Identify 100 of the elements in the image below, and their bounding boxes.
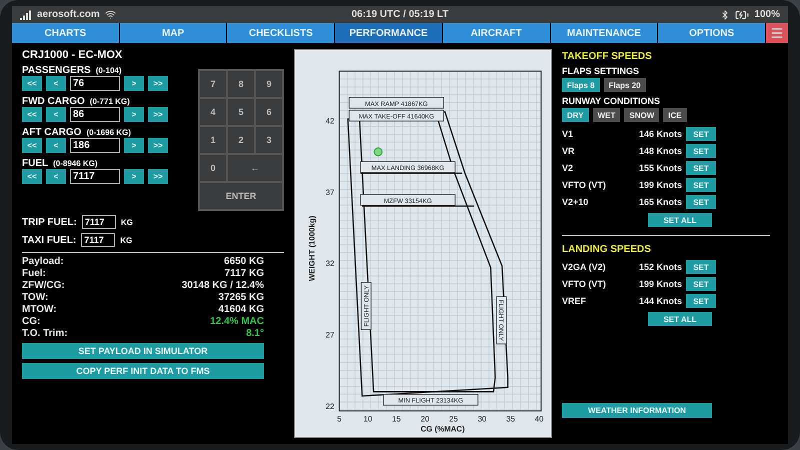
- keypad-key[interactable]: ←: [228, 155, 282, 181]
- nav-tab[interactable]: OPTIONS: [658, 23, 766, 43]
- weather-button[interactable]: WEATHER INFORMATION: [562, 403, 712, 418]
- decrease-button[interactable]: <<: [22, 138, 42, 153]
- speed-name: V1: [562, 129, 574, 139]
- speed-value: 144 Knots: [638, 296, 682, 306]
- enter-key[interactable]: ENTER: [200, 183, 282, 209]
- speed-name: VREF: [562, 296, 588, 306]
- decrease-button[interactable]: <: [46, 169, 66, 184]
- nav-tab[interactable]: PERFORMANCE: [335, 23, 442, 43]
- flaps-option[interactable]: Flaps 20: [604, 78, 646, 92]
- set-button[interactable]: SET: [686, 260, 716, 274]
- battery-percent: 100%: [754, 9, 780, 20]
- decrease-button[interactable]: <<: [22, 169, 42, 184]
- summary-label: ZFW/CG:: [22, 280, 66, 291]
- summary-value: 12.4% MAC: [209, 316, 264, 327]
- increase-button[interactable]: >: [124, 76, 144, 91]
- fuel-field[interactable]: 7117: [81, 233, 116, 247]
- value-field[interactable]: 186: [70, 138, 120, 153]
- set-button[interactable]: SET: [686, 144, 716, 158]
- cg-marker: [374, 147, 383, 156]
- axis-tick-label: 22: [326, 402, 334, 411]
- runway-option[interactable]: ICE: [663, 108, 687, 122]
- set-button[interactable]: SET: [686, 195, 716, 209]
- speed-name: V2: [562, 163, 574, 173]
- decrease-button[interactable]: <: [46, 107, 66, 122]
- set-button[interactable]: SET: [686, 178, 716, 192]
- range-text: (0-1696 KG): [86, 128, 131, 137]
- runway-option[interactable]: DRY: [562, 108, 589, 122]
- action-button[interactable]: COPY PERF INIT DATA TO FMS: [22, 363, 264, 379]
- summary-label: MTOW:: [22, 304, 58, 315]
- fuel-field[interactable]: 7117: [82, 215, 116, 229]
- unit-text: KG: [120, 236, 132, 244]
- fuel-label: TAXI FUEL:: [22, 234, 76, 246]
- increase-button[interactable]: >: [124, 107, 144, 122]
- set-button[interactable]: SET: [686, 161, 716, 175]
- keypad-key[interactable]: 0: [200, 155, 226, 181]
- value-field[interactable]: 86: [70, 107, 120, 122]
- axis-tick-label: 20: [420, 414, 430, 424]
- summary-label: Fuel:: [22, 268, 47, 279]
- runway-option[interactable]: SNOW: [624, 108, 660, 122]
- set-button[interactable]: SET: [686, 294, 716, 308]
- section-subtitle: RUNWAY CONDITIONS: [562, 96, 662, 106]
- keypad-key[interactable]: 4: [200, 99, 226, 125]
- keypad-key[interactable]: 7: [200, 71, 226, 97]
- menu-icon: [770, 26, 784, 40]
- speed-name: V2GA (V2): [562, 262, 607, 272]
- axis-tick-label: 15: [392, 414, 401, 424]
- value-field[interactable]: 7117: [70, 169, 120, 184]
- speed-value: 148 Knots: [638, 146, 682, 156]
- decrease-button[interactable]: <: [46, 138, 66, 153]
- summary-value: 41604 KG: [217, 304, 264, 315]
- axis-tick-label: 27: [326, 330, 334, 340]
- load-label: FUEL: [22, 158, 48, 169]
- speed-value: 199 Knots: [638, 279, 682, 289]
- clock-text: 06:19 UTC / 05:19 LT: [351, 9, 449, 20]
- keypad-key[interactable]: 1: [200, 127, 226, 153]
- nav-tab[interactable]: CHECKLISTS: [227, 23, 334, 43]
- increase-button[interactable]: >>: [148, 138, 168, 153]
- runway-option[interactable]: WET: [592, 108, 620, 122]
- nav-tab[interactable]: CHARTS: [12, 23, 119, 43]
- keypad-key[interactable]: 5: [228, 99, 254, 125]
- keypad-key[interactable]: 9: [256, 71, 282, 97]
- increase-button[interactable]: >>: [148, 76, 168, 91]
- speed-value: 165 Knots: [638, 197, 682, 207]
- load-label: PASSENGERS: [22, 65, 91, 76]
- increase-button[interactable]: >>: [148, 169, 168, 184]
- axis-tick-label: 40: [534, 414, 544, 424]
- set-all-button[interactable]: SET ALL: [648, 213, 712, 227]
- summary-value: 30148 KG / 12.4%: [182, 280, 264, 291]
- keypad-key[interactable]: 3: [256, 127, 282, 153]
- decrease-button[interactable]: <: [46, 76, 66, 91]
- set-button[interactable]: SET: [686, 127, 716, 141]
- speed-name: VFTO (VT): [562, 180, 607, 190]
- set-button[interactable]: SET: [686, 277, 716, 291]
- increase-button[interactable]: >: [124, 138, 144, 153]
- increase-button[interactable]: >>: [148, 107, 168, 122]
- nav-tab[interactable]: MAINTENANCE: [550, 23, 658, 43]
- increase-button[interactable]: >: [124, 169, 144, 184]
- section-subtitle: FLAPS SETTINGS: [562, 66, 640, 76]
- summary-value: 6650 KG: [222, 256, 264, 267]
- menu-button[interactable]: [766, 23, 788, 43]
- decrease-button[interactable]: <<: [22, 76, 42, 91]
- keypad-key[interactable]: 6: [256, 99, 282, 125]
- flaps-option[interactable]: Flaps 8: [562, 78, 600, 92]
- axis-tick-label: 42: [326, 116, 334, 126]
- nav-tab[interactable]: AIRCRAFT: [442, 23, 550, 43]
- speed-name: V2+10: [562, 197, 590, 207]
- speed-value: 199 Knots: [638, 180, 682, 190]
- summary-label: TOW:: [22, 292, 50, 303]
- value-field[interactable]: 76: [70, 76, 120, 91]
- keypad-key[interactable]: 8: [228, 71, 254, 97]
- speed-value: 152 Knots: [638, 262, 682, 272]
- set-all-button[interactable]: SET ALL: [648, 312, 712, 326]
- axis-tick-label: 37: [326, 188, 334, 197]
- nav-tab[interactable]: MAP: [120, 23, 226, 43]
- fuel-label: TRIP FUEL:: [22, 216, 77, 228]
- keypad-key[interactable]: 2: [228, 127, 254, 153]
- decrease-button[interactable]: <<: [22, 107, 42, 122]
- action-button[interactable]: SET PAYLOAD IN SIMULATOR: [22, 343, 264, 359]
